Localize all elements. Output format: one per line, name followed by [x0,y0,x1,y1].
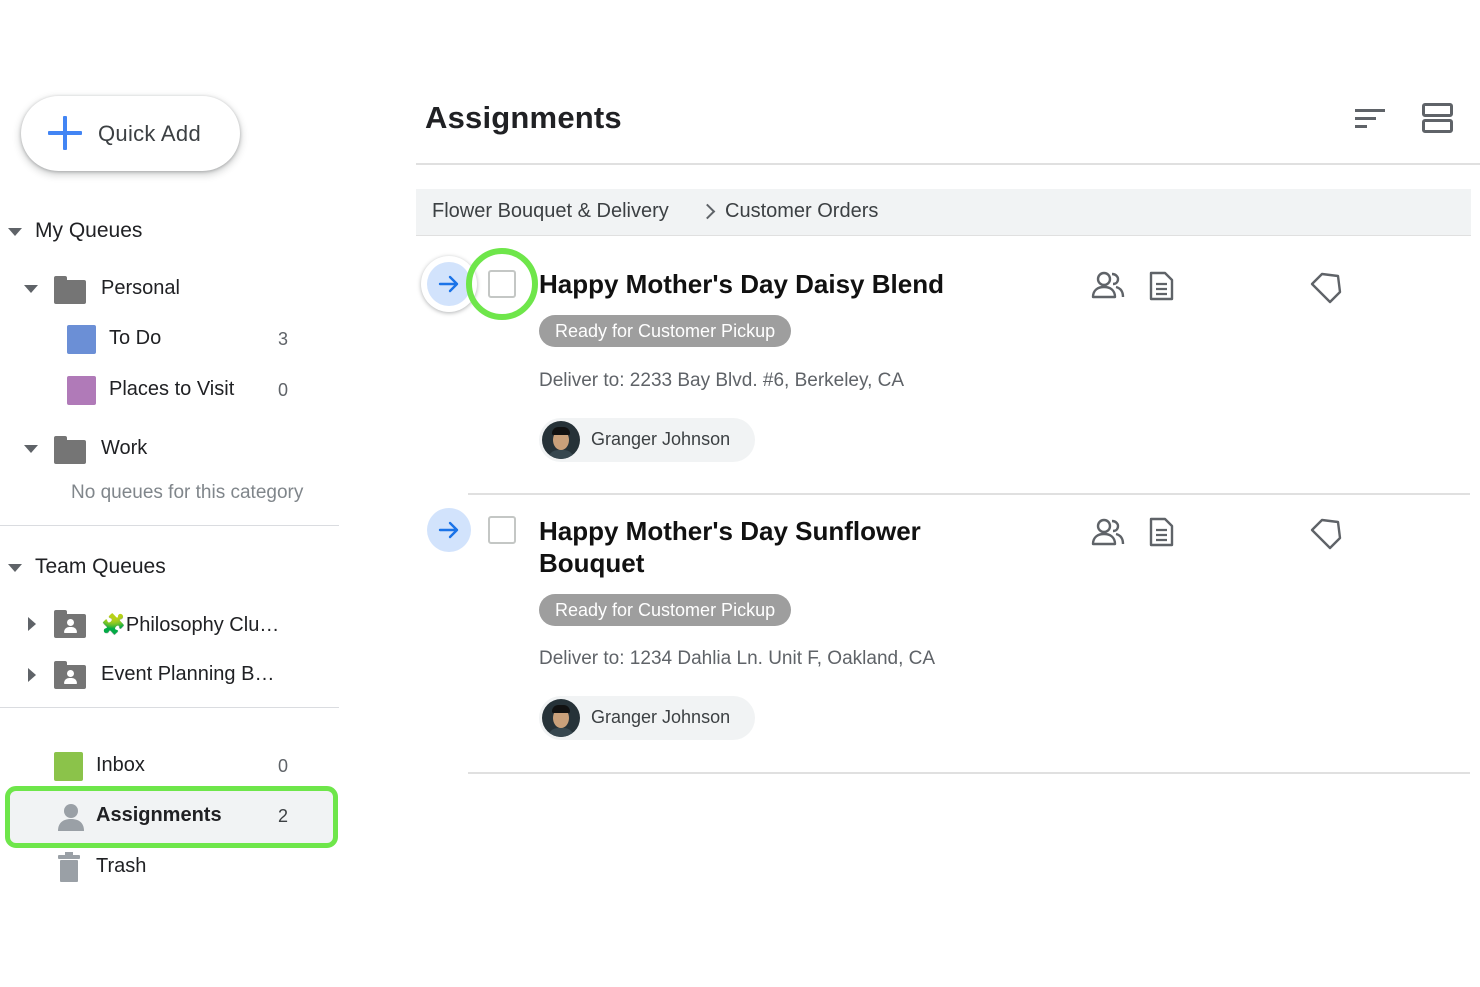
person-icon [58,804,84,831]
quick-add-button[interactable]: Quick Add [21,96,240,171]
item-title[interactable]: Happy Mother's Day Daisy Blend [539,268,959,300]
caret-down-icon[interactable] [8,564,22,572]
arrow-right-icon [438,521,459,539]
folder-work-label: Work [101,437,148,459]
people-icon[interactable] [1091,518,1125,546]
chevron-right-icon [699,203,716,220]
tag-icon[interactable] [1308,270,1342,304]
status-badge: Ready for Customer Pickup [539,594,792,626]
breadcrumb-project[interactable]: Flower Bouquet & Delivery [432,200,669,223]
queue-item-count: 3 [278,329,289,349]
item-title[interactable]: Happy Mother's Day Sunflower Bouquet [539,515,959,579]
sidebar-divider [0,707,339,708]
view-toggle-icon[interactable] [1422,103,1453,133]
my-queues-title: My Queues [35,219,143,242]
page-title: Assignments [425,100,622,135]
shared-folder-icon [54,661,86,689]
open-item-button[interactable] [427,262,471,306]
sort-icon[interactable] [1355,108,1385,130]
header-divider [416,163,1480,165]
breadcrumb: Flower Bouquet & Delivery Customer Order… [416,189,1471,236]
inbox-color-swatch [54,752,83,781]
assignee-name: Granger Johnson [591,707,731,727]
assignee-chip[interactable]: Granger Johnson [539,418,755,462]
shared-folder-icon [54,610,86,638]
assignments-label: Assignments [96,804,222,826]
caret-right-icon[interactable] [28,668,36,682]
team-queues-title: Team Queues [35,555,166,578]
caret-down-icon[interactable] [24,445,38,453]
queue-color-swatch [67,376,96,405]
tag-icon[interactable] [1308,516,1342,550]
team-folder-label: Event Planning B… [101,663,275,685]
row-divider [468,493,1470,495]
inbox-label: Inbox [96,754,145,776]
document-icon[interactable] [1149,271,1174,301]
delivery-address: Deliver to: 1234 Dahlia Ln. Unit F, Oakl… [539,648,936,669]
sidebar-divider [0,525,339,526]
row-divider [468,772,1470,774]
trash-label: Trash [96,855,147,877]
queue-color-swatch [67,325,96,354]
caret-down-icon[interactable] [24,285,38,293]
caret-down-icon[interactable] [8,228,22,236]
assignments-count: 2 [278,806,289,826]
avatar [542,421,580,459]
open-item-button[interactable] [427,508,471,552]
folder-personal-label: Personal [101,277,180,299]
queue-item-label: To Do [109,327,162,349]
queue-item-label: Places to Visit [109,378,235,400]
folder-icon [54,436,86,464]
empty-category-text: No queues for this category [71,482,304,503]
trash-icon [58,852,80,882]
people-icon[interactable] [1091,271,1125,299]
plus-icon [48,116,82,150]
delivery-address: Deliver to: 2233 Bay Blvd. #6, Berkeley,… [539,370,905,391]
item-checkbox[interactable] [488,270,516,298]
caret-right-icon[interactable] [28,617,36,631]
document-icon[interactable] [1149,517,1174,547]
team-folder-label: 🧩Philosophy Clu… [101,614,280,636]
inbox-count: 0 [278,756,289,776]
item-checkbox[interactable] [488,516,516,544]
arrow-right-icon [438,275,459,293]
breadcrumb-section[interactable]: Customer Orders [725,200,878,223]
status-badge: Ready for Customer Pickup [539,315,792,347]
quick-add-label: Quick Add [98,121,201,146]
queue-item-count: 0 [278,380,289,400]
sidebar-item-assignments[interactable]: Assignments 2 [5,786,338,848]
avatar [542,699,580,737]
assignee-chip[interactable]: Granger Johnson [539,696,755,740]
folder-icon [54,276,86,304]
assignee-name: Granger Johnson [591,429,731,449]
